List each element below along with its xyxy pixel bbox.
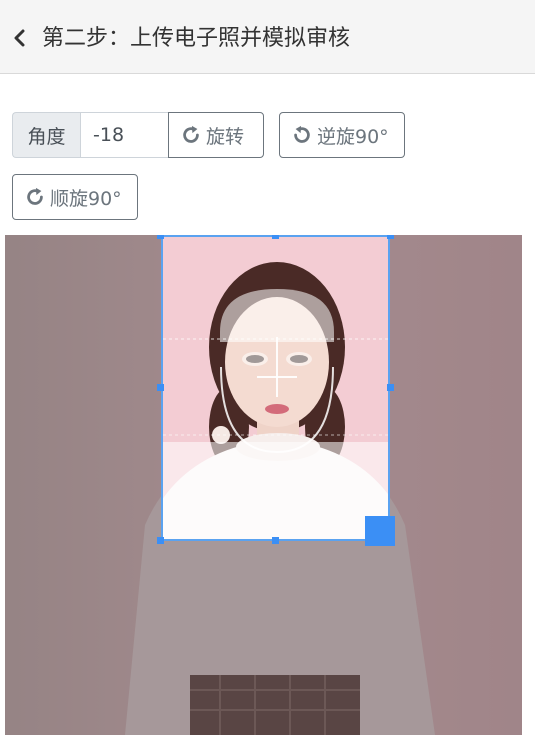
crop-handle-bottom-left[interactable] bbox=[157, 537, 164, 544]
crop-preview bbox=[163, 237, 388, 539]
rotate-button[interactable]: 旋转 bbox=[168, 112, 264, 158]
page-title: 第二步：上传电子照并模拟审核 bbox=[42, 26, 351, 51]
crop-handle-top-right[interactable] bbox=[387, 235, 394, 239]
rotate-ccw-label: 逆旋90° bbox=[317, 125, 389, 148]
angle-input[interactable] bbox=[80, 112, 168, 158]
rotate-button-label: 旋转 bbox=[206, 125, 245, 148]
rotate-cw-button[interactable]: 顺旋90° bbox=[12, 174, 138, 220]
crop-box[interactable] bbox=[161, 235, 390, 541]
rotate-ccw-button[interactable]: 逆旋90° bbox=[279, 112, 405, 158]
crop-handle-middle-left[interactable] bbox=[157, 384, 164, 391]
photo-crop-stage[interactable] bbox=[5, 235, 522, 735]
page-header: 第二步：上传电子照并模拟审核 bbox=[0, 0, 535, 74]
rotate-cw-label: 顺旋90° bbox=[50, 187, 122, 210]
chevron-left-icon bbox=[14, 29, 25, 47]
angle-label: 角度 bbox=[12, 112, 80, 158]
rotate-left-icon bbox=[294, 125, 310, 143]
crop-handle-bottom-center[interactable] bbox=[272, 537, 279, 544]
angle-control-group: 角度 旋转 bbox=[12, 112, 264, 158]
crop-handle-top-center[interactable] bbox=[272, 235, 279, 239]
crop-handle-top-left[interactable] bbox=[157, 235, 164, 239]
rotate-right-icon bbox=[183, 125, 199, 143]
rotate-right-icon bbox=[27, 187, 43, 205]
crop-resize-handle[interactable] bbox=[365, 516, 395, 546]
crop-handle-middle-right[interactable] bbox=[387, 384, 394, 391]
back-button[interactable] bbox=[8, 24, 32, 52]
